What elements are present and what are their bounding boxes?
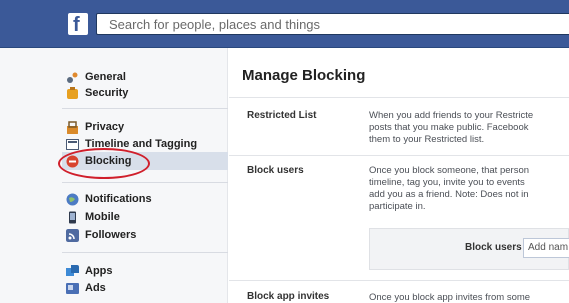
restricted-list-label: Restricted List: [247, 110, 317, 121]
divider: [229, 280, 569, 281]
sidebar-item-label: Apps: [85, 265, 113, 277]
sidebar-item-label: Ads: [85, 282, 106, 294]
sidebar-item-label: Followers: [85, 229, 137, 241]
facebook-logo-letter: f: [73, 14, 80, 36]
sidebar-item-security[interactable]: Security: [66, 84, 228, 102]
sidebar-divider: [62, 182, 228, 183]
sidebar-item-label: Privacy: [85, 121, 125, 133]
lock-people-icon: [67, 120, 78, 134]
sidebar-item-ads[interactable]: Ads: [66, 279, 228, 297]
manage-blocking-panel: Manage Blocking Restricted List When you…: [229, 48, 569, 303]
search-placeholder: Search for people, places and things: [109, 17, 321, 32]
block-app-invites-description: Once you block app invites from some: [369, 292, 531, 303]
sidebar-item-mobile[interactable]: Mobile: [66, 208, 228, 226]
top-navigation-bar: f Search for people, places and things: [0, 0, 569, 48]
sidebar-item-label: Mobile: [85, 211, 120, 223]
rss-icon: [66, 228, 79, 242]
sidebar-item-followers[interactable]: Followers: [66, 226, 228, 244]
sidebar-item-label: General: [85, 71, 126, 83]
block-users-input[interactable]: Add nam: [523, 238, 569, 258]
highlight-annotation-circle: [58, 148, 150, 179]
ads-icon: [66, 282, 79, 294]
sidebar-item-apps[interactable]: Apps: [66, 262, 228, 280]
mobile-icon: [69, 211, 76, 223]
badge-icon: [67, 86, 78, 99]
timeline-icon: [66, 138, 79, 150]
block-app-invites-label: Block app invites: [247, 291, 330, 302]
gear-icon: [67, 72, 78, 83]
sidebar-item-label: Notifications: [85, 193, 152, 205]
block-users-field-label: Block users: [465, 242, 522, 253]
page-title: Manage Blocking: [242, 67, 366, 84]
search-input[interactable]: Search for people, places and things: [96, 13, 569, 35]
sidebar-item-label: Security: [85, 87, 129, 99]
block-users-form: Block users Add nam: [369, 228, 569, 270]
divider: [229, 155, 569, 156]
sidebar-item-notifications[interactable]: Notifications: [66, 190, 228, 208]
restricted-list-description: When you add friends to your Restricte p…: [369, 110, 534, 145]
divider: [229, 97, 569, 98]
sidebar-item-privacy[interactable]: Privacy: [66, 118, 228, 136]
sidebar-divider: [62, 108, 228, 109]
apps-icon: [66, 264, 79, 276]
sidebar-divider: [62, 252, 228, 253]
facebook-logo[interactable]: f: [68, 13, 88, 36]
block-users-label: Block users: [247, 165, 304, 176]
globe-icon: [66, 193, 79, 205]
block-users-description: Once you block someone, that person time…: [369, 165, 530, 212]
